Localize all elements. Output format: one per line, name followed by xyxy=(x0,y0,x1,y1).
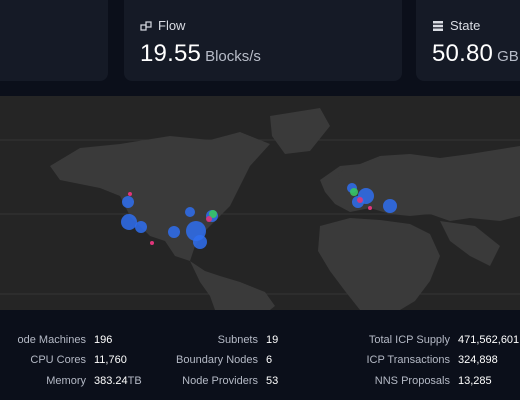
stat-cpu-cores: CPU Cores 11,760 xyxy=(0,354,127,366)
database-icon xyxy=(432,20,444,32)
stat-label: Subnets xyxy=(217,334,258,346)
state-unit: GB xyxy=(497,48,519,65)
stat-value: 13,285 xyxy=(458,375,492,387)
node-cluster-marker[interactable] xyxy=(122,196,134,208)
stat-label: Node Providers xyxy=(182,375,258,387)
node-cluster-marker[interactable] xyxy=(185,207,195,217)
stat-icp-transactions: ICP Transactions 324,898 xyxy=(350,354,498,366)
node-cluster-marker[interactable] xyxy=(150,241,154,245)
stat-value: 11,760 xyxy=(94,354,127,366)
stat-nns-proposals: NNS Proposals 13,285 xyxy=(350,375,492,387)
stat-label: NNS Proposals xyxy=(374,375,450,387)
stat-label: Memory xyxy=(46,375,86,387)
stat-value: 19 xyxy=(266,334,279,346)
state-card: State 50.80 GB xyxy=(416,0,520,81)
stat-value: 383.24TB xyxy=(94,375,142,387)
stat-label: Total ICP Supply xyxy=(368,334,450,346)
stat-label: Boundary Nodes xyxy=(176,354,258,366)
state-value: 50.80 GB xyxy=(432,40,519,68)
stat-value: 324,898 xyxy=(458,354,498,366)
flow-unit: Blocks/s xyxy=(205,48,261,65)
stat-label: ode Machines xyxy=(17,334,87,346)
state-title-text: State xyxy=(450,18,481,33)
flow-value: 19.55 Blocks/s xyxy=(140,40,261,68)
blocks-icon xyxy=(140,20,152,32)
node-cluster-marker[interactable] xyxy=(368,206,372,210)
stat-label: CPU Cores xyxy=(30,354,86,366)
flow-card: Flow 19.55 Blocks/s xyxy=(124,0,402,81)
stat-memory: Memory 383.24TB xyxy=(0,375,142,387)
memory-unit: TB xyxy=(127,375,142,387)
flow-title-text: Flow xyxy=(158,18,186,33)
stat-node-providers: Node Providers 53 xyxy=(170,375,278,387)
node-cluster-marker[interactable] xyxy=(168,226,180,238)
node-cluster-marker[interactable] xyxy=(206,216,212,222)
node-world-map[interactable] xyxy=(0,96,520,310)
flow-card-title: Flow xyxy=(140,18,185,33)
network-stats-panel: ode Machines 196 CPU Cores 11,760 Memory… xyxy=(0,316,520,400)
stat-value: 471,562,601 xyxy=(458,334,520,346)
node-cluster-marker[interactable] xyxy=(128,192,132,196)
memory-number: 383.24 xyxy=(94,375,128,387)
node-cluster-marker[interactable] xyxy=(193,235,207,249)
state-card-title: State xyxy=(432,18,480,33)
node-cluster-marker[interactable] xyxy=(357,197,363,203)
stat-value: 196 xyxy=(94,334,113,346)
stat-label: ICP Transactions xyxy=(366,354,450,366)
stat-node-machines: ode Machines 196 xyxy=(0,334,113,346)
node-cluster-marker[interactable] xyxy=(383,199,397,213)
stat-total-icp-supply: Total ICP Supply 471,562,601 xyxy=(350,334,519,346)
stat-value: 53 xyxy=(266,375,279,387)
node-cluster-marker[interactable] xyxy=(350,188,358,196)
node-summary-card xyxy=(0,0,108,81)
node-cluster-marker[interactable] xyxy=(121,214,137,230)
stat-boundary-nodes: Boundary Nodes 6 xyxy=(170,354,272,366)
top-metrics-bar: Flow 19.55 Blocks/s State 50.80 GB xyxy=(0,0,520,92)
stat-value: 6 xyxy=(266,354,273,366)
state-number: 50.80 xyxy=(432,40,494,67)
flow-number: 19.55 xyxy=(140,40,202,67)
node-cluster-marker[interactable] xyxy=(135,221,147,233)
stat-subnets: Subnets 19 xyxy=(170,334,279,346)
